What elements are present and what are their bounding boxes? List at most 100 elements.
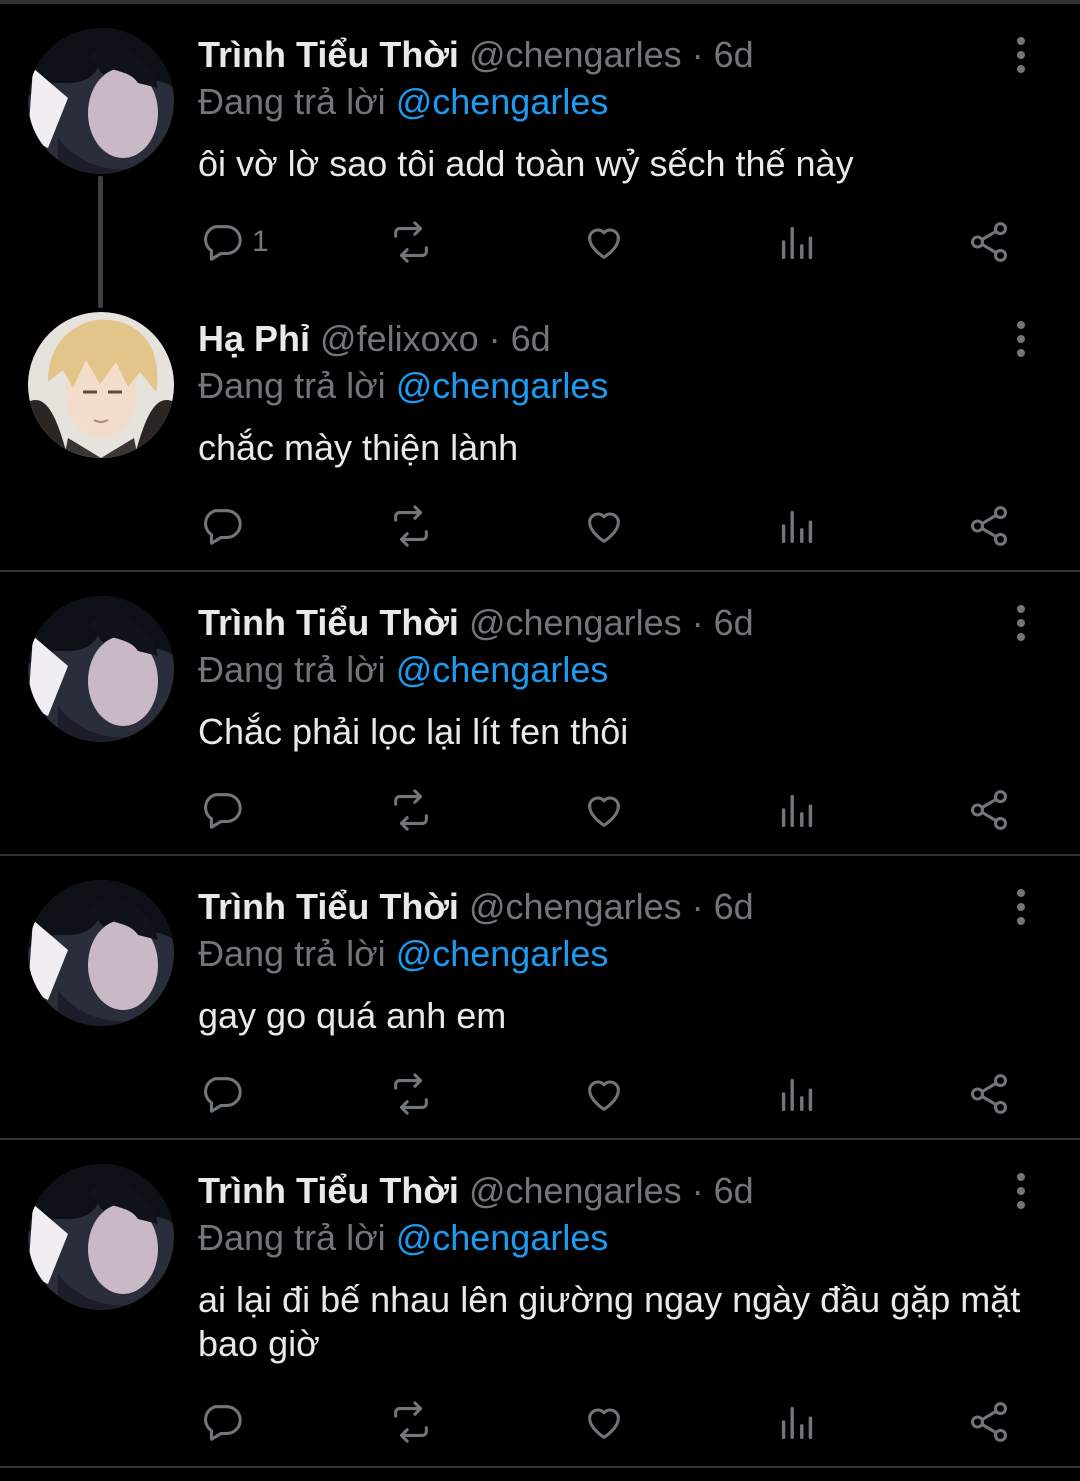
- views-button[interactable]: [774, 1394, 820, 1450]
- avatar[interactable]: [28, 1164, 174, 1310]
- mention-link[interactable]: @chengarles: [396, 1217, 609, 1259]
- share-button[interactable]: [966, 498, 1012, 554]
- timestamp[interactable]: 6d: [714, 886, 754, 928]
- replying-to: Đang trả lời @chengarles: [198, 362, 608, 410]
- tweet-text: gay go quá anh em: [198, 995, 507, 1036]
- replying-to: Đang trả lời @chengarles: [198, 1214, 608, 1262]
- replying-prefix: Đang trả lời: [198, 1217, 386, 1258]
- more-icon[interactable]: [1004, 598, 1038, 648]
- reply-button[interactable]: [198, 1066, 252, 1122]
- views-icon: [781, 1406, 813, 1440]
- action-bar: [198, 1066, 1018, 1122]
- replying-prefix: Đang trả lời: [198, 933, 386, 974]
- like-button[interactable]: [581, 1394, 627, 1450]
- mention-link[interactable]: @chengarles: [396, 933, 609, 975]
- views-button[interactable]: [774, 782, 820, 838]
- author-name[interactable]: Hạ Phỉ: [198, 318, 310, 360]
- replying-prefix: Đang trả lời: [198, 365, 386, 406]
- like-icon: [588, 796, 620, 827]
- tweet-header: Hạ Phỉ @felixoxo · 6d: [198, 314, 551, 364]
- avatar-dark-hair-image: [28, 880, 174, 1026]
- more-icon[interactable]: [1004, 882, 1038, 932]
- timestamp[interactable]: 6d: [511, 318, 551, 360]
- more-icon[interactable]: [1004, 1166, 1038, 1216]
- more-icon[interactable]: [1004, 314, 1038, 364]
- views-icon: [781, 1078, 813, 1112]
- share-button[interactable]: [966, 1394, 1012, 1450]
- mention-link[interactable]: @chengarles: [396, 365, 609, 407]
- retweet-icon: [394, 1401, 428, 1443]
- retweet-icon: [394, 789, 428, 831]
- author-handle[interactable]: @chengarles: [469, 1170, 682, 1212]
- timestamp[interactable]: 6d: [714, 34, 754, 76]
- like-icon: [588, 512, 620, 543]
- tweet-divider: [0, 854, 1080, 856]
- tweet-header: Trình Tiểu Thời @chengarles · 6d: [198, 30, 754, 80]
- replying-to: Đang trả lời @chengarles: [198, 930, 608, 978]
- mention-link[interactable]: @chengarles: [396, 81, 609, 123]
- author-handle[interactable]: @felixoxo: [320, 318, 479, 360]
- timestamp[interactable]: 6d: [714, 1170, 754, 1212]
- author-handle[interactable]: @chengarles: [469, 34, 682, 76]
- avatar[interactable]: [28, 596, 174, 742]
- share-button[interactable]: [966, 782, 1012, 838]
- share-button[interactable]: [966, 1066, 1012, 1122]
- retweet-button[interactable]: [388, 782, 434, 838]
- retweet-icon: [394, 505, 428, 547]
- share-button[interactable]: [966, 214, 1012, 270]
- like-button[interactable]: [581, 214, 627, 270]
- tweet-header: Trình Tiểu Thời @chengarles · 6d: [198, 882, 754, 932]
- separator: ·: [488, 318, 501, 359]
- avatar[interactable]: [28, 312, 174, 458]
- avatar[interactable]: [28, 880, 174, 1026]
- tweet-divider: [0, 570, 1080, 572]
- like-button[interactable]: [581, 782, 627, 838]
- timestamp[interactable]: 6d: [714, 602, 754, 644]
- author-name[interactable]: Trình Tiểu Thời: [198, 602, 459, 644]
- tweet-text: ôi vờ lờ sao tôi add toàn wỷ sếch thế nà…: [198, 143, 854, 184]
- retweet-button[interactable]: [388, 498, 434, 554]
- author-name[interactable]: Trình Tiểu Thời: [198, 886, 459, 928]
- avatar-dark-hair-image: [28, 596, 174, 742]
- author-name[interactable]: Trình Tiểu Thời: [198, 1170, 459, 1212]
- tweet-text: Chắc phải lọc lại lít fen thôi: [198, 711, 629, 752]
- views-icon: [781, 794, 813, 828]
- views-button[interactable]: [774, 498, 820, 554]
- retweet-button[interactable]: [388, 214, 434, 270]
- separator: ·: [691, 34, 704, 75]
- retweet-icon: [394, 221, 428, 263]
- action-bar: 1: [198, 214, 1018, 270]
- avatar[interactable]: [28, 28, 174, 174]
- tweet-header: Trình Tiểu Thời @chengarles · 6d: [198, 1166, 754, 1216]
- more-icon[interactable]: [1004, 30, 1038, 80]
- tweet-divider: [0, 1466, 1080, 1468]
- views-button[interactable]: [774, 214, 820, 270]
- like-button[interactable]: [581, 498, 627, 554]
- tweet-divider: [0, 1138, 1080, 1140]
- reply-button[interactable]: 1: [198, 214, 269, 270]
- reply-button[interactable]: [198, 782, 252, 838]
- reply-icon: [204, 1405, 242, 1441]
- share-icon: [970, 790, 1008, 830]
- tweet-header: Trình Tiểu Thời @chengarles · 6d: [198, 598, 754, 648]
- reply-button[interactable]: [198, 1394, 252, 1450]
- avatar-dark-hair-image: [28, 1164, 174, 1310]
- mention-link[interactable]: @chengarles: [396, 649, 609, 691]
- retweet-button[interactable]: [388, 1394, 434, 1450]
- separator: ·: [691, 602, 704, 643]
- reply-icon: [204, 1077, 242, 1113]
- avatar-dark-hair-image: [28, 28, 174, 174]
- author-handle[interactable]: @chengarles: [469, 886, 682, 928]
- views-button[interactable]: [774, 1066, 820, 1122]
- replying-to: Đang trả lời @chengarles: [198, 78, 608, 126]
- author-name[interactable]: Trình Tiểu Thời: [198, 34, 459, 76]
- views-icon: [781, 510, 813, 544]
- replying-prefix: Đang trả lời: [198, 81, 386, 122]
- retweet-button[interactable]: [388, 1066, 434, 1122]
- reply-icon: [204, 225, 242, 261]
- separator: ·: [691, 886, 704, 927]
- reply-button[interactable]: [198, 498, 252, 554]
- author-handle[interactable]: @chengarles: [469, 602, 682, 644]
- like-button[interactable]: [581, 1066, 627, 1122]
- replying-to: Đang trả lời @chengarles: [198, 646, 608, 694]
